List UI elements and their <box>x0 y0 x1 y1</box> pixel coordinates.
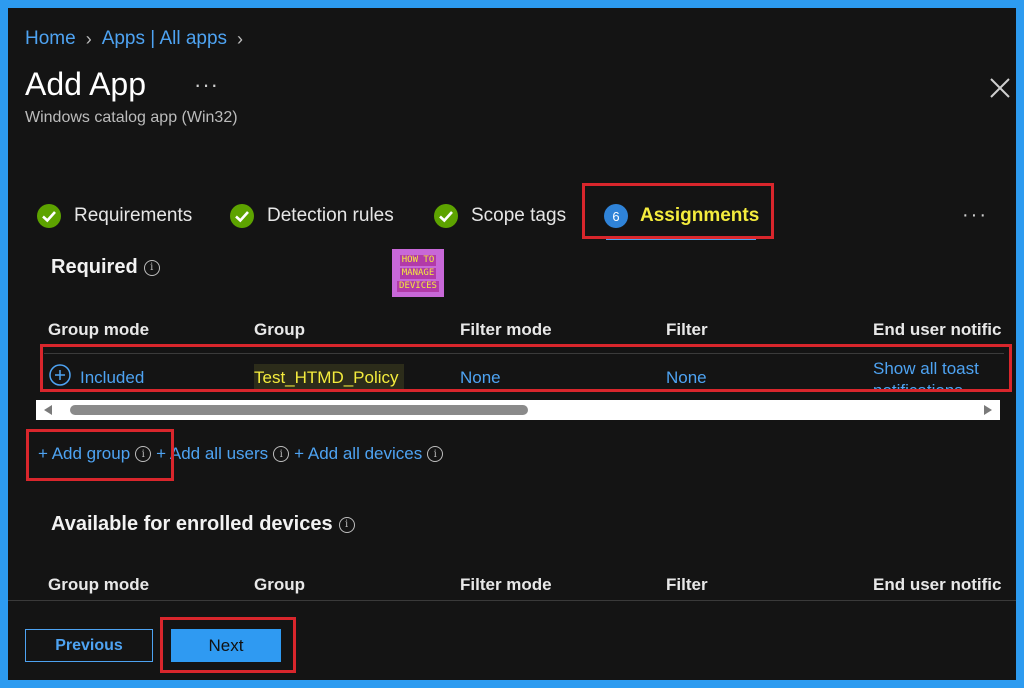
highlight-box <box>40 344 1012 392</box>
scroll-right-arrow-icon[interactable] <box>984 405 992 415</box>
link-label: + Add group <box>38 444 131 463</box>
filter-cell[interactable]: None <box>666 368 707 388</box>
info-icon[interactable]: i <box>427 446 444 462</box>
breadcrumb-home[interactable]: Home <box>25 28 76 50</box>
check-circle-icon <box>434 204 458 228</box>
logo-text: MANAGE <box>399 267 437 279</box>
tab-label: Detection rules <box>267 205 394 226</box>
link-label: + Add all devices <box>294 444 423 463</box>
how-to-manage-devices-logo: HOW TO MANAGE DEVICES <box>392 249 444 297</box>
step-number-badge: 6 <box>604 204 628 228</box>
wizard-tabs: Requirements Detection rules Scope tags … <box>36 194 1006 238</box>
column-group[interactable]: Group <box>254 320 305 340</box>
tab-label: Scope tags <box>471 205 567 226</box>
previous-button[interactable]: Previous <box>25 629 153 662</box>
breadcrumb-apps[interactable]: Apps | All apps <box>102 28 227 50</box>
tab-label: Requirements <box>74 205 193 226</box>
filter-mode-cell[interactable]: None <box>460 368 501 388</box>
add-links-row: + Add group i + Add all users i + Add al… <box>38 444 444 464</box>
add-circle-icon[interactable] <box>49 364 71 386</box>
tab-requirements[interactable]: Requirements <box>36 194 192 238</box>
close-icon[interactable] <box>986 74 1014 102</box>
group-cell[interactable]: Test_HTMD_Policy <box>254 368 399 388</box>
add-group-link[interactable]: + Add group i <box>38 444 152 464</box>
chevron-right-icon: › <box>237 28 244 49</box>
page-subtitle: Windows catalog app (Win32) <box>25 109 238 126</box>
active-tab-indicator <box>606 237 756 240</box>
column-group-mode[interactable]: Group mode <box>48 575 149 595</box>
column-end-user-notification[interactable]: End user notific <box>873 320 1001 340</box>
section-title-text: Available for enrolled devices <box>51 513 333 535</box>
add-all-users-link[interactable]: + Add all users i <box>156 444 290 464</box>
scroll-left-arrow-icon[interactable] <box>44 405 52 415</box>
table-divider <box>44 353 1004 354</box>
section-title-text: Required <box>51 256 138 278</box>
tab-detection-rules[interactable]: Detection rules <box>229 194 394 238</box>
horizontal-scrollbar[interactable] <box>36 400 1000 420</box>
available-section-title: Available for enrolled devices i <box>51 513 355 536</box>
info-icon[interactable]: i <box>143 259 160 276</box>
scrollbar-thumb[interactable] <box>70 405 528 415</box>
tab-assignments[interactable]: 6 Assignments <box>604 194 759 238</box>
add-all-devices-link[interactable]: + Add all devices i <box>294 444 444 464</box>
column-filter[interactable]: Filter <box>666 320 708 340</box>
tab-scope-tags[interactable]: Scope tags <box>433 194 566 238</box>
more-tabs-icon[interactable]: ··· <box>962 204 988 227</box>
check-circle-icon <box>230 204 254 228</box>
column-filter-mode[interactable]: Filter mode <box>460 320 552 340</box>
add-app-panel: Home › Apps | All apps › Add App ··· Win… <box>8 8 1016 680</box>
info-icon[interactable]: i <box>135 446 152 462</box>
notification-cell-overflow: notifications <box>873 381 963 392</box>
required-section-title: Required i <box>51 256 160 279</box>
column-group[interactable]: Group <box>254 575 305 595</box>
footer-divider <box>8 600 1016 601</box>
group-mode-cell[interactable]: Included <box>80 368 144 388</box>
info-icon[interactable]: i <box>273 446 290 462</box>
notification-cell[interactable]: Show all toast <box>873 359 979 379</box>
more-options-icon[interactable]: ··· <box>194 72 219 98</box>
tab-label: Assignments <box>640 205 760 226</box>
column-filter[interactable]: Filter <box>666 575 708 595</box>
logo-text: DEVICES <box>397 280 439 292</box>
logo-text: HOW TO <box>399 254 437 266</box>
link-label: + Add all users <box>156 444 269 463</box>
next-button[interactable]: Next <box>171 629 281 662</box>
column-filter-mode[interactable]: Filter mode <box>460 575 552 595</box>
column-end-user-notification[interactable]: End user notific <box>873 575 1001 595</box>
info-icon[interactable]: i <box>338 516 355 533</box>
chevron-right-icon: › <box>85 28 92 49</box>
page-title: Add App <box>25 66 146 102</box>
breadcrumb: Home › Apps | All apps › <box>25 28 243 50</box>
check-circle-icon <box>37 204 61 228</box>
column-group-mode[interactable]: Group mode <box>48 320 149 340</box>
